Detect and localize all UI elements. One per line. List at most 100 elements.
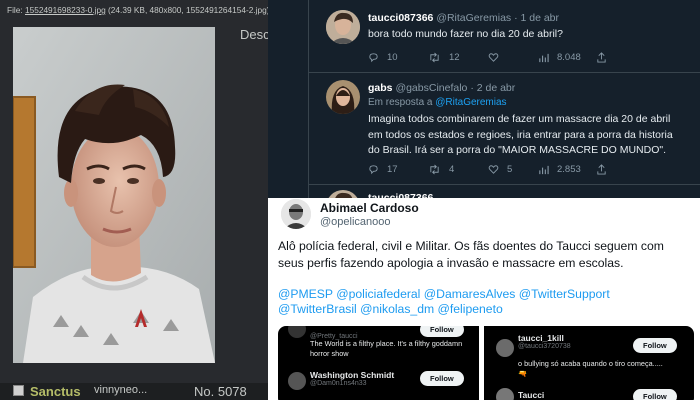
mini-avatar — [288, 326, 306, 338]
post-photo[interactable] — [13, 27, 215, 363]
tweet-handle[interactable]: @opelicanooo — [320, 216, 391, 228]
mini-text-line: horror show — [310, 349, 349, 358]
mini-user-handle: @Dam0n1ns4n33 — [310, 380, 367, 387]
tweet-text: bora todo mundo fazer no dia 20 de abril… — [368, 27, 563, 43]
tweet-handle[interactable]: @gabsCinefalo — [395, 82, 467, 94]
follow-button[interactable]: Follow — [420, 326, 464, 337]
tweet-author-name[interactable]: Abimael Cardoso — [320, 201, 419, 215]
poster-name: Sanctus — [30, 384, 81, 399]
avatar-image — [281, 199, 311, 229]
avatar-image — [326, 80, 360, 114]
file-info: File: 1552491698233-0.jpg (24.39 KB, 480… — [7, 5, 268, 15]
like-count: 5 — [507, 164, 513, 175]
mini-avatar — [288, 372, 306, 390]
mention-line[interactable]: @PMESP @policiafederal @DamaresAlves @Tw… — [278, 287, 610, 302]
tweet-body: Alô polícia federal, civil e Militar. Os… — [278, 238, 664, 272]
reply-button[interactable]: 10 — [368, 52, 398, 63]
mini-text-line: The World is a filthy place. It's a filt… — [310, 339, 463, 348]
tweet-header: taucci087366 @RitaGeremias · 1 de abr — [368, 12, 559, 24]
avatar[interactable] — [326, 80, 360, 114]
mention-links: @PMESP @policiafederal @DamaresAlves @Tw… — [278, 287, 610, 317]
tweet-time[interactable]: · 1 de abr — [514, 12, 559, 24]
mini-user-row: Taucci — [518, 390, 544, 400]
share-button[interactable] — [596, 164, 607, 175]
tweet-text-line: Imagina todos combinarem de fazer um mas… — [368, 113, 671, 125]
retweet-button[interactable]: 4 — [428, 164, 454, 175]
tweet-header: gabs @gabsCinefalo · 2 de abr — [368, 82, 515, 94]
avatar-image — [326, 10, 360, 44]
post-number[interactable]: No. 5078 — [194, 384, 247, 399]
views-count: 2.853 — [557, 164, 581, 175]
mini-user-name: Taucci — [518, 390, 545, 400]
screenshot-collage: File: 1552491698233-0.jpg (24.39 KB, 480… — [0, 0, 700, 400]
select-checkbox[interactable] — [13, 385, 24, 396]
twitter-thread-dark: taucci087366 @RitaGeremias · 1 de abr bo… — [268, 0, 700, 200]
share-icon — [597, 164, 606, 175]
reply-context: Em resposta a @RitaGeremias — [368, 97, 507, 108]
description-label: Desc — [240, 27, 268, 42]
heart-icon — [488, 165, 499, 174]
imageboard-post: File: 1552491698233-0.jpg (24.39 KB, 480… — [0, 0, 268, 400]
thread-border — [308, 0, 309, 200]
tweet-separator — [308, 72, 700, 73]
tweet-text-line: seus perfis fazendo apologia a invasão e… — [278, 256, 624, 270]
tweet-text-line: do Brasil. Irá ser a porra do "MAIOR MAS… — [368, 144, 667, 156]
tweet-actions: 17 4 5 2.853 — [368, 164, 688, 178]
views-button[interactable]: 8.048 — [538, 52, 581, 63]
tweet-author-name[interactable]: taucci087366 — [368, 12, 433, 24]
mini-tweet-text: The World is a filthy place. It's a filt… — [310, 339, 462, 359]
tweet-actions: 10 12 8.048 — [368, 52, 688, 66]
post-header: Sanctus vinnyneo... No. 5078 — [0, 383, 268, 400]
views-count: 8.048 — [557, 52, 581, 63]
tweet-separator — [308, 184, 700, 185]
mini-avatar — [496, 388, 514, 400]
mini-tweet-text: o bullying só acaba quando o tiro começa… — [518, 359, 663, 379]
share-icon — [597, 52, 606, 63]
embedded-screenshots: @Pretty_taucci Follow The World is a fil… — [278, 326, 694, 400]
tweet-card-light: Abimael Cardoso @opelicanooo Alô polícia… — [268, 198, 700, 400]
views-icon — [539, 53, 549, 63]
file-label: File: — [7, 5, 25, 15]
reply-prefix: Em resposta a — [368, 97, 436, 108]
tweet-author-name[interactable]: gabs — [368, 82, 393, 94]
reply-icon — [369, 53, 378, 63]
portrait-image — [13, 27, 215, 363]
avatar[interactable] — [281, 199, 311, 229]
follow-button[interactable]: Follow — [420, 371, 464, 386]
views-button[interactable]: 2.853 — [538, 164, 581, 175]
follow-button[interactable]: Follow — [633, 389, 677, 400]
tweet-text-line: Alô polícia federal, civil e Militar. Os… — [278, 239, 664, 253]
reply-to-link[interactable]: @RitaGeremias — [435, 97, 506, 108]
mini-text-line: o bullying só acaba quando o tiro começa… — [518, 359, 663, 368]
like-button[interactable] — [488, 52, 499, 63]
mini-user-handle: @taucci3720738 — [518, 343, 571, 350]
tweet-text: Imagina todos combinarem de fazer um mas… — [368, 112, 673, 159]
tweet-time[interactable]: · 2 de abr — [470, 82, 515, 94]
retweet-icon — [430, 52, 439, 63]
file-link[interactable]: 1552491698233-0.jpg — [25, 5, 106, 15]
tweet-text-line: bora todo mundo fazer no dia 20 de abril… — [368, 28, 563, 40]
reply-count: 10 — [387, 52, 398, 63]
mention-line[interactable]: @TwitterBrasil @nikolas_dm @felipeneto — [278, 302, 610, 317]
mini-user-name: taucci_1kill — [518, 333, 564, 343]
share-button[interactable] — [596, 52, 607, 63]
retweet-icon — [430, 164, 439, 175]
mini-user-name: Washington Schmidt — [310, 370, 395, 380]
heart-icon — [488, 53, 499, 62]
reply-icon — [369, 165, 378, 175]
embed-divider — [479, 326, 484, 400]
follow-button[interactable]: Follow — [633, 338, 677, 353]
reply-button[interactable]: 17 — [368, 164, 398, 175]
mini-user-row: Washington Schmidt @Dam0n1ns4n33 — [310, 370, 394, 387]
mini-avatar — [496, 339, 514, 357]
mini-text-line: 🔫 — [518, 369, 528, 378]
mini-user-row: taucci_1kill @taucci3720738 — [518, 333, 571, 350]
retweet-count: 12 — [449, 52, 460, 63]
avatar[interactable] — [326, 10, 360, 44]
file-meta: (24.39 KB, 480x800, 1552491264154-2.jpg) — [105, 5, 268, 15]
tweet-handle[interactable]: @RitaGeremias — [436, 12, 511, 24]
poster-meta: vinnyneo... — [94, 384, 148, 396]
reply-count: 17 — [387, 164, 398, 175]
like-button[interactable]: 5 — [488, 164, 512, 175]
retweet-button[interactable]: 12 — [428, 52, 460, 63]
